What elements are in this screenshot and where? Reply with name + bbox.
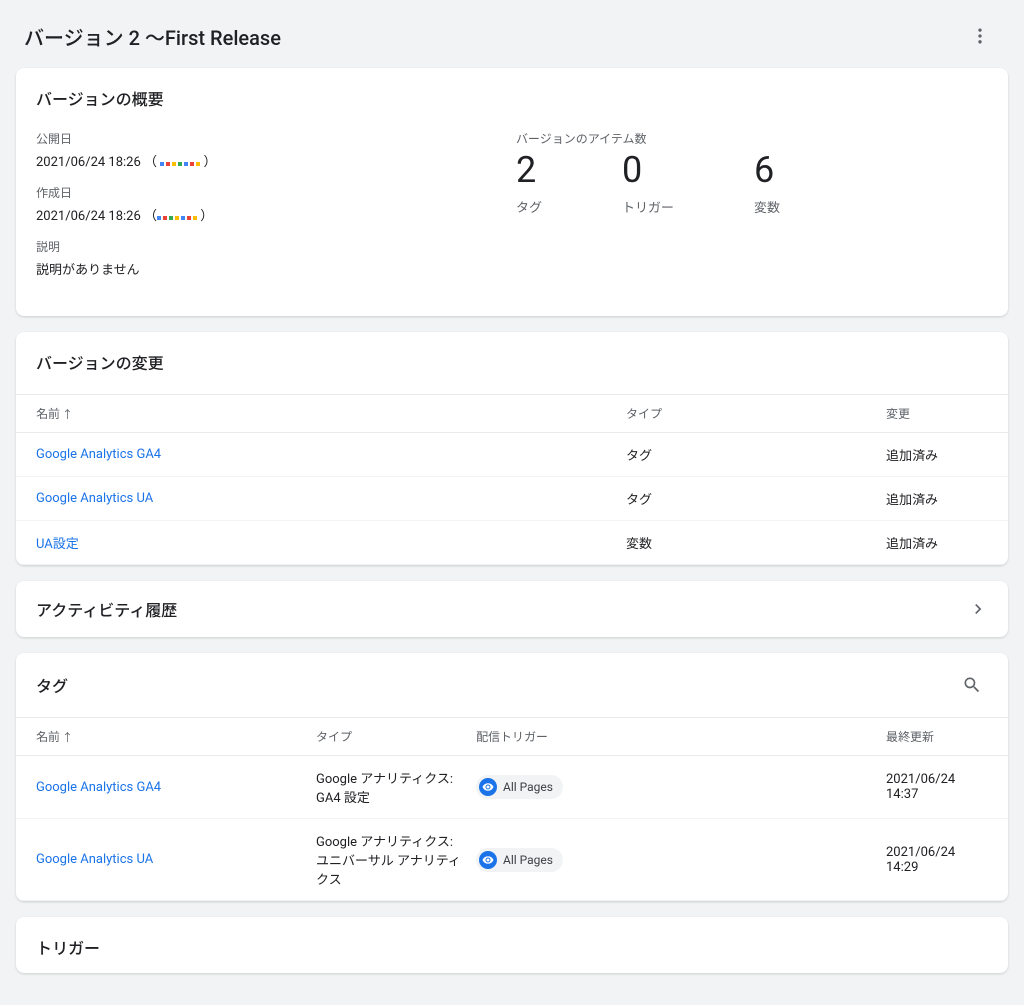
items-count-label: バージョンのアイテム数 [516, 130, 988, 147]
published-value: 2021/06/24 18:26 （ ） [36, 151, 516, 170]
changes-col-name[interactable]: 名前↑ [36, 405, 626, 422]
sort-asc-icon: ↑ [62, 731, 73, 744]
triggers-title: トリガー [16, 917, 1008, 973]
trigger-chip-label: All Pages [503, 780, 553, 794]
count-tags-num: 2 [516, 151, 542, 191]
tag-type: Google アナリティクス: ユニバーサル アナリティクス [316, 831, 476, 888]
count-triggers-label: トリガー [622, 197, 674, 216]
count-variables-label: 変数 [754, 197, 780, 216]
tags-row[interactable]: Google Analytics UA Google アナリティクス: ユニバー… [16, 819, 1008, 901]
change-name-link[interactable]: Google Analytics GA4 [36, 447, 626, 462]
tag-updated: 2021/06/24 14:29 [886, 845, 988, 875]
tag-name-link[interactable]: Google Analytics UA [36, 852, 316, 867]
search-button[interactable] [956, 669, 988, 701]
sort-asc-icon: ↑ [62, 408, 73, 421]
activity-history-card[interactable]: アクティビティ履歴 [16, 581, 1008, 637]
triggers-card: トリガー [16, 917, 1008, 973]
trigger-chip-label: All Pages [503, 853, 553, 867]
published-date: 2021/06/24 18:26 [36, 155, 141, 170]
version-overview-card: バージョンの概要 公開日 2021/06/24 18:26 （ ） 作成日 20… [16, 68, 1008, 316]
version-changes-card: バージョンの変更 名前↑ タイプ 変更 Google Analytics GA4… [16, 332, 1008, 565]
tag-trigger: All Pages [476, 848, 886, 872]
tags-card: タグ 名前↑ タイプ 配信トリガー 最終更新 Google Analytics … [16, 653, 1008, 901]
changes-col-change[interactable]: 変更 [886, 405, 988, 422]
page-header: バージョン 2 〜First Release [16, 0, 1008, 68]
change-type: 変数 [626, 533, 886, 552]
count-variables: 6 変数 [754, 151, 780, 216]
created-by: （ ） [144, 209, 213, 224]
tag-type: Google アナリティクス: GA4 設定 [316, 768, 476, 806]
published-label: 公開日 [36, 130, 516, 147]
changes-header: 名前↑ タイプ 変更 [16, 394, 1008, 433]
overview-title: バージョンの概要 [16, 68, 1008, 130]
count-tags: 2 タグ [516, 151, 542, 216]
tag-updated: 2021/06/24 14:37 [886, 772, 988, 802]
change-type: タグ [626, 489, 886, 508]
change-status: 追加済み [886, 489, 988, 508]
change-name-link[interactable]: UA設定 [36, 533, 626, 552]
change-type: タグ [626, 445, 886, 464]
tags-col-updated[interactable]: 最終更新 [886, 728, 988, 745]
search-icon [962, 675, 982, 695]
count-triggers: 0 トリガー [622, 151, 674, 216]
pageview-icon [479, 851, 497, 869]
tags-col-type[interactable]: タイプ [316, 728, 476, 745]
tags-col-trigger[interactable]: 配信トリガー [476, 728, 886, 745]
tags-row[interactable]: Google Analytics GA4 Google アナリティクス: GA4… [16, 756, 1008, 819]
trigger-chip[interactable]: All Pages [476, 848, 563, 872]
created-label: 作成日 [36, 184, 516, 201]
changes-row[interactable]: UA設定 変数 追加済み [16, 521, 1008, 565]
description-value: 説明がありません [36, 259, 516, 278]
more-vert-icon [970, 26, 990, 46]
tags-table-header: 名前↑ タイプ 配信トリガー 最終更新 [16, 717, 1008, 756]
count-triggers-num: 0 [622, 151, 674, 191]
changes-row[interactable]: Google Analytics GA4 タグ 追加済み [16, 433, 1008, 477]
change-name-link[interactable]: Google Analytics UA [36, 491, 626, 506]
activity-title: アクティビティ履歴 [36, 597, 177, 621]
more-menu-button[interactable] [960, 16, 1000, 56]
count-tags-label: タグ [516, 197, 542, 216]
tags-title: タグ [36, 673, 68, 697]
tags-header: タグ [16, 653, 1008, 717]
trigger-chip[interactable]: All Pages [476, 775, 563, 799]
tags-col-name[interactable]: 名前↑ [36, 728, 316, 745]
change-status: 追加済み [886, 445, 988, 464]
chevron-right-icon [968, 599, 988, 619]
change-status: 追加済み [886, 533, 988, 552]
changes-row[interactable]: Google Analytics UA タグ 追加済み [16, 477, 1008, 521]
description-label: 説明 [36, 238, 516, 255]
tag-trigger: All Pages [476, 775, 886, 799]
changes-title: バージョンの変更 [16, 332, 1008, 394]
created-date: 2021/06/24 18:26 [36, 209, 141, 224]
published-by: （ ） [144, 155, 216, 170]
count-variables-num: 6 [754, 151, 780, 191]
tag-name-link[interactable]: Google Analytics GA4 [36, 780, 316, 795]
created-value: 2021/06/24 18:26 （ ） [36, 205, 516, 224]
page-title: バージョン 2 〜First Release [24, 22, 281, 51]
changes-col-type[interactable]: タイプ [626, 405, 886, 422]
pageview-icon [479, 778, 497, 796]
